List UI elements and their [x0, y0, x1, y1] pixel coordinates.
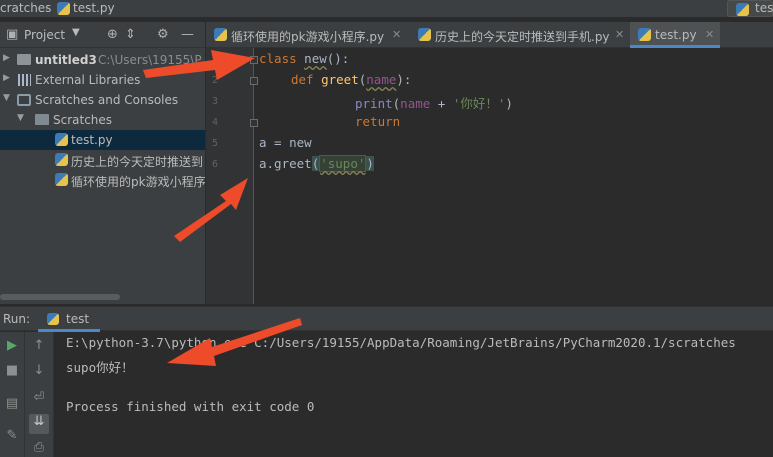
code-line-3: print(name + '你好！')	[355, 96, 513, 111]
tab-pk-game[interactable]: 循环使用的pk游戏小程序.py ✕	[206, 22, 410, 48]
console-line: supo你好！	[66, 360, 134, 375]
tree-item-scratches-and-consoles[interactable]: ▼ Scratches and Consoles	[0, 90, 205, 110]
python-file-icon	[55, 133, 68, 146]
locate-target-icon[interactable]: ⊕	[107, 27, 118, 42]
tree-item-test-py[interactable]: test.py	[0, 130, 205, 150]
run-panel-header: Run: test	[0, 306, 773, 332]
collapse-arrow-icon[interactable]: ▶	[3, 53, 10, 63]
pin-icon[interactable]: ✎	[2, 428, 22, 443]
code-line-5: a = new	[259, 135, 312, 150]
folder-icon	[17, 54, 31, 65]
tree-item-history-script[interactable]: 历史上的今天定时推送到	[0, 150, 205, 170]
rerun-icon[interactable]: ▶	[2, 338, 22, 353]
close-icon[interactable]: ✕	[392, 28, 401, 41]
tree-item-label: 循环使用的pk游戏小程序	[71, 175, 206, 189]
soft-wrap-icon[interactable]: ⏎	[29, 390, 49, 405]
tree-item-label: untitled3	[35, 53, 97, 67]
fold-marker-icon[interactable]	[250, 77, 258, 85]
chevron-right-icon: ›	[45, 1, 50, 14]
layout-icon[interactable]: ▤	[2, 396, 22, 411]
expand-arrow-icon[interactable]: ▶	[3, 73, 10, 83]
tree-item-label: test.py	[71, 133, 113, 147]
arrow-up-icon[interactable]: ↑	[29, 338, 49, 353]
code-line-1: class new():	[259, 51, 350, 66]
tab-test-py[interactable]: test.py ✕	[630, 22, 720, 48]
expanded-arrow-icon[interactable]: ▼	[3, 93, 10, 103]
code-line-2: def greet(name):	[291, 72, 412, 87]
line-number: 4	[211, 117, 218, 128]
close-icon[interactable]: ✕	[615, 28, 624, 41]
tree-item-scratches[interactable]: ▼ Scratches	[0, 110, 205, 130]
line-number: 6	[211, 159, 218, 170]
tab-label: 历史上的今天定时推送到手机.py	[435, 30, 610, 44]
code-line-6: a.greet('supo')	[259, 155, 374, 172]
libraries-icon	[18, 74, 31, 86]
collapse-all-icon[interactable]: ⇕	[125, 27, 136, 42]
editor-gutter: 1 2 3 4 5 6	[206, 48, 258, 304]
tree-item-label: Scratches	[53, 113, 113, 127]
tab-run-test[interactable]: test	[38, 307, 100, 332]
project-view-icon: ▣	[6, 27, 19, 42]
arrow-down-icon[interactable]: ↓	[29, 363, 49, 378]
stop-icon[interactable]: ■	[2, 363, 22, 378]
console-line: E:\python-3.7\python.exe C:/Users/19155/…	[66, 335, 736, 350]
project-view-selector[interactable]: Project	[24, 28, 65, 42]
python-file-icon	[55, 173, 68, 186]
code-line-4: return	[355, 114, 401, 129]
breadcrumb-folder[interactable]: cratches	[0, 1, 51, 15]
run-panel-label: Run:	[3, 312, 31, 326]
line-number: 5	[211, 138, 218, 149]
fold-marker-icon[interactable]	[250, 119, 258, 127]
python-file-icon	[47, 313, 59, 325]
close-icon[interactable]: ✕	[705, 28, 714, 41]
run-config-selector[interactable]: tes	[727, 0, 773, 17]
console-line: Process finished with exit code 0	[66, 399, 315, 414]
python-file-icon	[418, 28, 431, 41]
line-number: 2	[211, 75, 218, 86]
tab-label: test.py	[655, 28, 697, 42]
navigation-bar: cratches › test.py tes	[0, 0, 773, 18]
python-file-icon	[55, 153, 68, 166]
tab-label: 循环使用的pk游戏小程序.py	[231, 30, 385, 44]
console-output[interactable]: E:\python-3.7\python.exe C:/Users/19155/…	[55, 332, 773, 457]
chevron-down-icon[interactable]: ▼	[72, 27, 80, 38]
tab-history-push[interactable]: 历史上的今天定时推送到手机.py ✕	[410, 22, 630, 48]
breadcrumb-file[interactable]: test.py	[73, 1, 115, 15]
scratches-icon	[17, 94, 31, 106]
tree-item-untitled3[interactable]: ▶ untitled3 C:\Users\19155\P	[0, 50, 205, 70]
scroll-to-end-icon[interactable]: ⇊	[29, 414, 49, 434]
editor-tabs: 循环使用的pk游戏小程序.py ✕ 历史上的今天定时推送到手机.py ✕ tes…	[206, 22, 773, 48]
run-tab-label: test	[66, 312, 90, 326]
python-file-icon	[214, 28, 227, 41]
tree-item-external-libraries[interactable]: ▶ External Libraries	[0, 70, 205, 90]
project-panel: ▣ Project ▼ ⊕ ⇕ ⚙ — ▶ untitled3 C:\Users…	[0, 22, 206, 304]
tree-item-label: External Libraries	[35, 73, 141, 87]
tree-item-label: 历史上的今天定时推送到	[71, 155, 204, 169]
horizontal-scrollbar[interactable]	[0, 294, 120, 300]
tree-item-path: C:\Users\19155\P	[98, 53, 202, 67]
print-icon[interactable]: ⎙	[29, 440, 49, 455]
tree-item-label: Scratches and Consoles	[35, 93, 179, 107]
project-panel-header: ▣ Project ▼ ⊕ ⇕ ⚙ —	[0, 22, 205, 48]
hide-panel-icon[interactable]: —	[181, 27, 194, 42]
folder-icon	[35, 114, 49, 125]
fold-marker-icon[interactable]	[250, 56, 258, 64]
gear-icon[interactable]: ⚙	[157, 27, 169, 42]
tree-item-pk-game-script[interactable]: 循环使用的pk游戏小程序	[0, 170, 206, 190]
run-toolbar-primary: ▶ ■ ▤ ✎	[0, 332, 25, 457]
run-toolbar-secondary: ↑ ↓ ⏎ ⇊ ⎙	[25, 332, 54, 457]
line-number: 1	[211, 54, 218, 65]
python-file-icon	[638, 28, 651, 41]
run-config-label: tes	[755, 1, 773, 15]
expanded-arrow-icon[interactable]: ▼	[17, 113, 24, 123]
python-file-icon	[736, 3, 749, 16]
python-file-icon	[57, 2, 70, 15]
line-number: 3	[211, 96, 218, 107]
code-editor[interactable]: 1 2 3 4 5 6 class new(): def greet(name)…	[206, 48, 773, 304]
